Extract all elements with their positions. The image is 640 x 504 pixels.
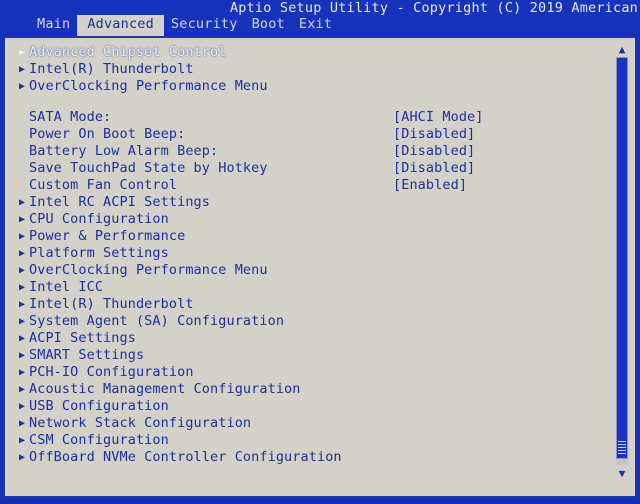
row-spacer	[5, 95, 635, 109]
setting-label: Battery Low Alarm Beep:	[29, 143, 219, 159]
scrollbar-track[interactable]	[616, 57, 628, 465]
menu-list: ▶ Advanced Chipset Control ▶ Intel(R) Thund…	[5, 38, 635, 496]
menu-item-csm-configuration[interactable]: ▶ CSM Configuration	[5, 432, 635, 449]
menu-item-power-performance[interactable]: ▶ Power & Performance	[5, 228, 635, 245]
menu-item-overclocking-performance-menu[interactable]: ▶ OverClocking Performance Menu	[5, 262, 635, 279]
submenu-arrow-icon: ▶	[18, 367, 26, 378]
submenu-arrow-icon: ▶	[18, 64, 26, 75]
menu-item-intelr-thunderbolt[interactable]: ▶ Intel(R) Thunderbolt	[5, 61, 635, 78]
menu-item-label: Intel(R) Thunderbolt	[29, 61, 194, 77]
setting-value[interactable]: [Disabled]	[393, 160, 475, 177]
submenu-arrow-icon: ▶	[18, 265, 26, 276]
setting-value[interactable]: [AHCI Mode]	[393, 109, 484, 126]
submenu-arrow-icon: ▶	[18, 214, 26, 225]
scrollbar-thumb[interactable]	[616, 57, 628, 459]
menu-item-label: SMART Settings	[29, 347, 145, 363]
submenu-arrow-icon: ▶	[18, 197, 26, 208]
setting-row-sata-mode[interactable]: SATA Mode: [AHCI Mode]	[5, 109, 635, 126]
tab-security[interactable]: Security	[164, 15, 245, 33]
submenu-arrow-icon: ▶	[18, 316, 26, 327]
menu-item-label: OverClocking Performance Menu	[29, 262, 268, 278]
submenu-arrow-icon: ▶	[18, 282, 26, 293]
submenu-arrow-icon: ▶	[18, 401, 26, 412]
tab-boot[interactable]: Boot	[245, 15, 292, 33]
submenu-arrow-icon: ▶	[18, 299, 26, 310]
setting-label: Custom Fan Control	[29, 177, 178, 193]
menu-item-label: OverClocking Performance Menu	[29, 78, 268, 94]
tab-exit[interactable]: Exit	[292, 15, 339, 33]
submenu-arrow-icon: ▶	[18, 384, 26, 395]
setting-row-save-touchpad-state-by-hotkey[interactable]: Save TouchPad State by Hotkey [Disabled]	[5, 160, 635, 177]
menu-tab-bar: Main Advanced Security Boot Exit	[0, 15, 640, 36]
menu-item-usb-configuration[interactable]: ▶ USB Configuration	[5, 398, 635, 415]
menu-item-network-stack-configuration[interactable]: ▶ Network Stack Configuration	[5, 415, 635, 432]
menu-item-system-agent-sa-configuration[interactable]: ▶ System Agent (SA) Configuration	[5, 313, 635, 330]
menu-item-label: Intel RC ACPI Settings	[29, 194, 211, 210]
menu-item-label: ACPI Settings	[29, 330, 136, 346]
scroll-down-arrow-icon[interactable]: ▼	[616, 468, 628, 479]
setting-label: Power On Boot Beep:	[29, 126, 186, 142]
menu-item-cpu-configuration[interactable]: ▶ CPU Configuration	[5, 211, 635, 228]
tab-advanced[interactable]: Advanced	[77, 15, 164, 36]
menu-item-smart-settings[interactable]: ▶ SMART Settings	[5, 347, 635, 364]
menu-item-label: CSM Configuration	[29, 432, 169, 448]
menu-item-label: Platform Settings	[29, 245, 169, 261]
menu-item-label: Advanced Chipset Control	[29, 44, 227, 60]
menu-item-pch-io-configuration[interactable]: ▶ PCH-IO Configuration	[5, 364, 635, 381]
submenu-arrow-icon: ▶	[18, 452, 26, 463]
tab-main[interactable]: Main	[30, 15, 77, 33]
bios-setup-screen: Aptio Setup Utility - Copyright (C) 2019…	[0, 0, 640, 504]
menu-item-label: Intel(R) Thunderbolt	[29, 296, 194, 312]
page-title: Aptio Setup Utility - Copyright (C) 2019…	[229, 0, 638, 16]
setting-value[interactable]: [Disabled]	[393, 143, 475, 160]
setting-label: SATA Mode:	[29, 109, 112, 125]
header-bar: Aptio Setup Utility - Copyright (C) 2019…	[0, 0, 640, 36]
submenu-arrow-icon: ▶	[18, 435, 26, 446]
setting-row-custom-fan-control[interactable]: Custom Fan Control [Enabled]	[5, 177, 635, 194]
menu-item-label: Network Stack Configuration	[29, 415, 252, 431]
submenu-arrow-icon: ▶	[18, 248, 26, 259]
menu-item-label: Intel ICC	[29, 279, 104, 295]
menu-item-label: PCH-IO Configuration	[29, 364, 194, 380]
submenu-arrow-icon: ▶	[18, 231, 26, 242]
menu-item-label: Acoustic Management Configuration	[29, 381, 301, 397]
submenu-arrow-icon: ▶	[18, 333, 26, 344]
menu-item-platform-settings[interactable]: ▶ Platform Settings	[5, 245, 635, 262]
vertical-scrollbar[interactable]: ▲ ▼	[615, 40, 629, 494]
menu-item-overclocking-performance-menu[interactable]: ▶ OverClocking Performance Menu	[5, 78, 635, 95]
menu-item-acpi-settings[interactable]: ▶ ACPI Settings	[5, 330, 635, 347]
submenu-arrow-icon: ▶	[18, 47, 26, 58]
menu-item-intelr-thunderbolt[interactable]: ▶ Intel(R) Thunderbolt	[5, 296, 635, 313]
menu-item-advanced-chipset-control[interactable]: ▶ Advanced Chipset Control	[5, 44, 635, 61]
scroll-up-arrow-icon[interactable]: ▲	[616, 44, 628, 55]
menu-item-intel-icc[interactable]: ▶ Intel ICC	[5, 279, 635, 296]
menu-item-label: USB Configuration	[29, 398, 169, 414]
menu-item-label: System Agent (SA) Configuration	[29, 313, 285, 329]
setting-label: Save TouchPad State by Hotkey	[29, 160, 268, 176]
setting-value[interactable]: [Enabled]	[393, 177, 467, 194]
scrollbar-grip	[618, 441, 626, 455]
menu-item-label: Power & Performance	[29, 228, 186, 244]
submenu-arrow-icon: ▶	[18, 350, 26, 361]
content-panel: ▶ Advanced Chipset Control ▶ Intel(R) Thund…	[3, 36, 637, 498]
menu-item-acoustic-management-configuration[interactable]: ▶ Acoustic Management Configuration	[5, 381, 635, 398]
menu-item-label: CPU Configuration	[29, 211, 169, 227]
menu-item-offboard-nvme-controller-configuration[interactable]: ▶ OffBoard NVMe Controller Configuration	[5, 449, 635, 466]
submenu-arrow-icon: ▶	[18, 81, 26, 92]
menu-item-label: OffBoard NVMe Controller Configuration	[29, 449, 342, 465]
setting-row-battery-low-alarm-beep[interactable]: Battery Low Alarm Beep: [Disabled]	[5, 143, 635, 160]
setting-value[interactable]: [Disabled]	[393, 126, 475, 143]
setting-row-power-on-boot-beep[interactable]: Power On Boot Beep: [Disabled]	[5, 126, 635, 143]
menu-item-intel-rc-acpi-settings[interactable]: ▶ Intel RC ACPI Settings	[5, 194, 635, 211]
submenu-arrow-icon: ▶	[18, 418, 26, 429]
